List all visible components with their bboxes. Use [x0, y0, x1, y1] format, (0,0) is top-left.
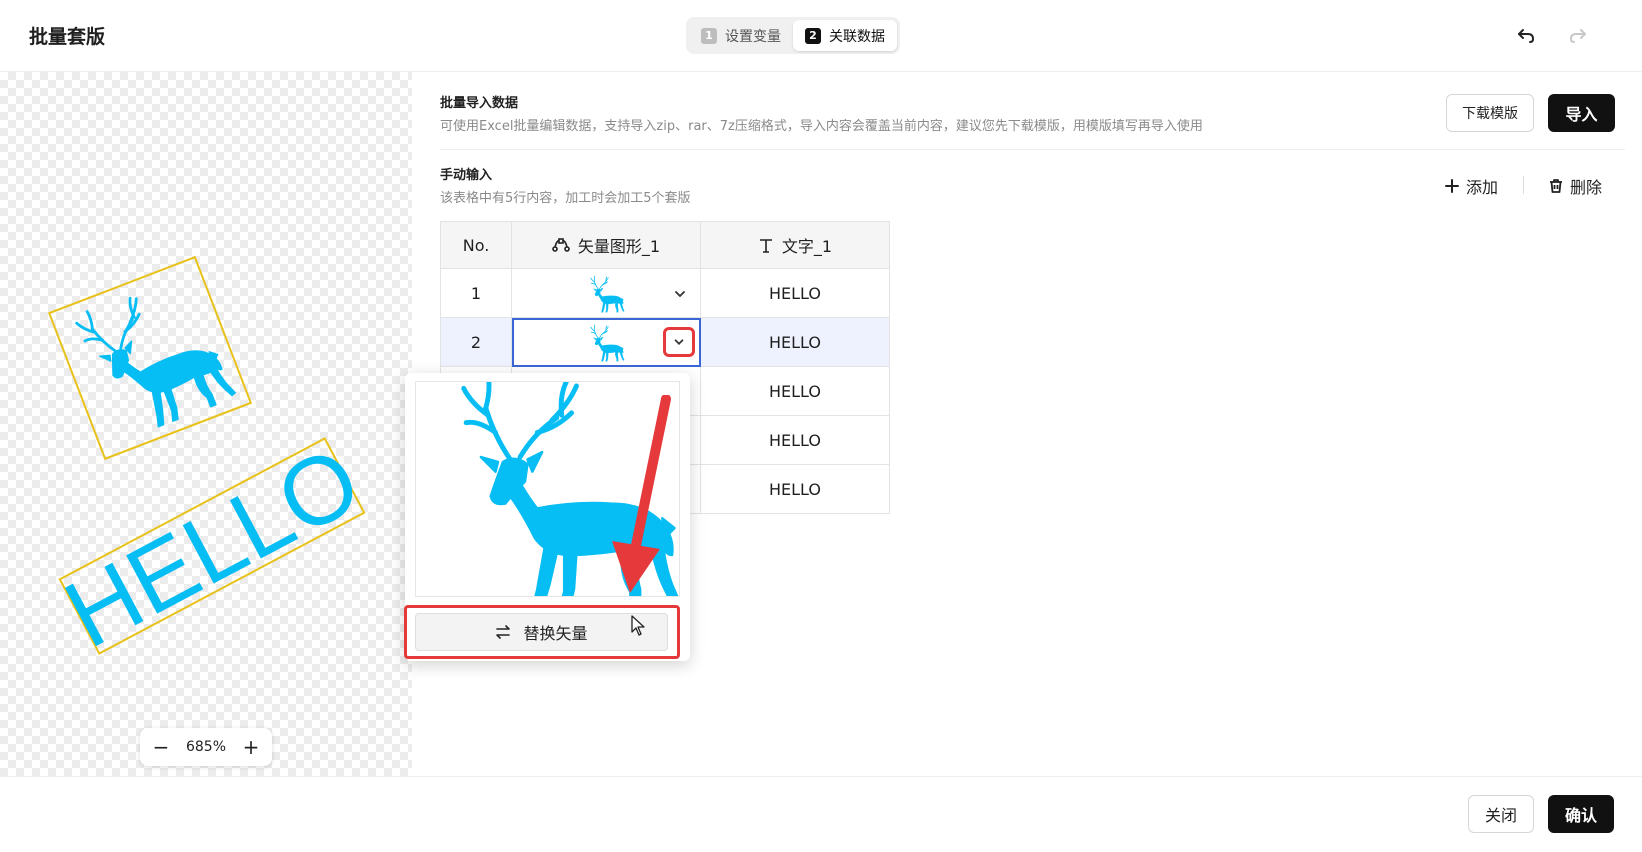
text-cell[interactable]: HELLO [700, 366, 890, 416]
step-label: 关联数据 [829, 28, 885, 45]
column-header-text: 文字_1 [700, 221, 890, 269]
undo-icon [1518, 29, 1534, 43]
undo-button[interactable] [1512, 22, 1540, 50]
dialog-header: 批量套版 1 设置变量 2 关联数据 [0, 0, 1642, 72]
section-divider [440, 149, 1625, 150]
dialog-footer: 关闭 确认 [0, 776, 1642, 852]
replace-vector-label: 替换矢量 [523, 624, 588, 643]
dropdown-toggle-button[interactable] [663, 327, 695, 357]
cursor-icon [631, 615, 645, 636]
zoom-control: − 685% + [140, 728, 272, 766]
vector-select-cell[interactable] [511, 317, 701, 367]
download-template-button[interactable]: 下载模版 [1446, 94, 1534, 132]
table-row: 1 HELLO [440, 268, 890, 318]
canvas-artwork: HELLO [47, 255, 377, 668]
batch-import-title: 批量导入数据 [440, 96, 519, 111]
column-header-no: No. [440, 221, 512, 269]
close-button[interactable]: 关闭 [1468, 795, 1534, 833]
batch-template-dialog: 批量套版 1 设置变量 2 关联数据 HELLO − 685% + 批量导入数据… [0, 0, 1642, 852]
step-number: 1 [701, 27, 717, 44]
redo-icon [1570, 29, 1586, 43]
deer-thumbnail [584, 275, 628, 313]
delete-label: 删除 [1570, 178, 1603, 197]
annotation-arrow [612, 395, 671, 593]
step-switcher: 1 设置变量 2 关联数据 [686, 17, 900, 54]
manual-input-title: 手动输入 [440, 168, 493, 183]
column-header-vector: 矢量图形_1 [511, 221, 701, 269]
manual-input-description: 该表格中有5行内容，加工时会加工5个套版 [440, 191, 691, 206]
text-cell[interactable]: HELLO [700, 317, 890, 367]
text-cell[interactable]: HELLO [700, 268, 890, 318]
table-header-row: No. 矢量图形_1 文字_1 [440, 221, 890, 269]
step-set-variables[interactable]: 1 设置变量 [689, 20, 793, 51]
trash-icon [1550, 179, 1562, 193]
step-label: 设置变量 [725, 28, 781, 45]
zoom-out-button[interactable]: − [150, 735, 172, 759]
text-cell[interactable]: HELLO [700, 464, 890, 514]
row-number: 1 [440, 268, 512, 318]
preview-canvas[interactable]: HELLO − 685% + [0, 72, 412, 776]
toolbar-separator [1523, 176, 1524, 194]
table-row: 2 HELLO [440, 317, 890, 367]
import-button[interactable]: 导入 [1548, 94, 1615, 132]
deer-thumbnail [584, 324, 628, 362]
dialog-title: 批量套版 [29, 26, 106, 48]
canvas-hello-text: HELLO [49, 426, 377, 668]
plus-icon [1445, 179, 1459, 193]
vector-select-cell[interactable] [511, 268, 701, 318]
step-number: 2 [805, 27, 821, 44]
zoom-in-button[interactable]: + [240, 735, 262, 759]
zoom-level: 685% [185, 739, 227, 755]
add-label: 添加 [1466, 178, 1499, 197]
chevron-down-icon [674, 339, 684, 345]
chevron-down-icon[interactable] [672, 286, 688, 302]
text-cell[interactable]: HELLO [700, 415, 890, 465]
batch-import-description: 可使用Excel批量编辑数据，支持导入zip、rar、7z压缩格式，导入内容会覆… [440, 119, 1203, 134]
vector-icon [552, 238, 570, 252]
step-link-data[interactable]: 2 关联数据 [793, 20, 897, 51]
text-icon [759, 239, 772, 253]
row-number: 2 [440, 317, 512, 367]
delete-row-button[interactable]: 删除 [1548, 174, 1602, 198]
confirm-button[interactable]: 确认 [1548, 795, 1614, 833]
redo-button[interactable] [1564, 22, 1592, 50]
swap-icon [496, 625, 511, 639]
add-row-button[interactable]: 添加 [1444, 174, 1498, 198]
